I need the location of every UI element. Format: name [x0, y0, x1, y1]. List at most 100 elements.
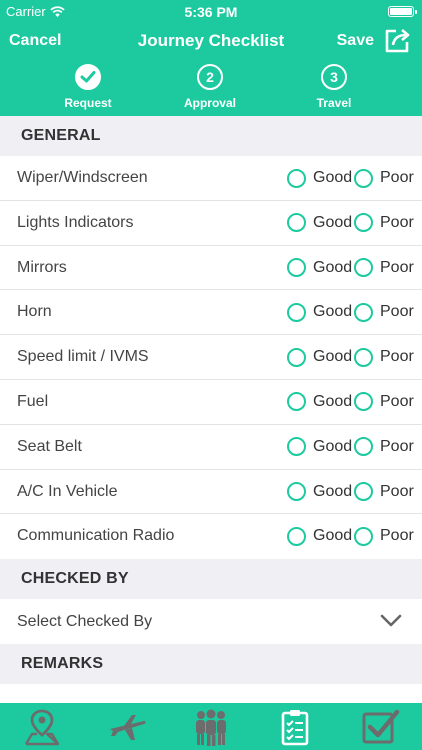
good-label: Good — [313, 527, 353, 545]
radio-circle-icon — [354, 437, 373, 457]
radio-circle-icon — [287, 302, 306, 322]
good-label: Good — [313, 169, 353, 186]
checklist-item-label: A/C In Vehicle — [17, 482, 118, 500]
checked-by-select[interactable]: Select Checked By — [0, 599, 422, 645]
radio-circle-icon — [354, 168, 373, 188]
radio-circle-icon — [287, 347, 306, 367]
poor-radio[interactable]: Poor — [354, 526, 414, 546]
header: Carrier 5:36 PM Cancel Journey Checklist… — [0, 0, 422, 116]
good-label: Good — [313, 348, 353, 366]
tab-checklist[interactable] — [253, 703, 337, 750]
radio-circle-icon — [354, 258, 373, 278]
poor-label: Poor — [380, 213, 414, 231]
airplane-icon — [109, 714, 146, 740]
cancel-button[interactable]: Cancel — [9, 32, 61, 50]
section-checked-by: CHECKED BY — [0, 559, 422, 600]
list-item: Fuel Good Poor — [0, 379, 422, 425]
good-radio[interactable]: Good — [287, 437, 352, 457]
good-radio[interactable]: Good — [287, 482, 352, 502]
poor-label: Poor — [380, 303, 414, 321]
good-radio[interactable]: Good — [287, 258, 352, 278]
tab-location[interactable] — [0, 703, 84, 750]
list-item: Mirrors Good Poor — [0, 245, 422, 291]
radio-circle-icon — [287, 168, 306, 188]
status-time: 5:36 PM — [184, 4, 238, 20]
check-box-icon — [362, 709, 400, 743]
poor-radio[interactable]: Poor — [354, 392, 414, 412]
checklist-content[interactable]: GENERAL Wiper/Windscreen Good Poor Lights I… — [0, 116, 422, 703]
checklist-item-label: Speed limit / IVMS — [17, 348, 149, 366]
step-travel: 3 Travel — [284, 64, 384, 110]
poor-radio[interactable]: Poor — [354, 302, 414, 322]
section-general: GENERAL — [0, 116, 422, 156]
radio-circle-icon — [354, 392, 373, 412]
step-request: Request — [38, 64, 138, 110]
step-approval: 2 Approval — [160, 64, 260, 110]
checklist-item-label: Communication Radio — [17, 527, 175, 545]
good-label: Good — [313, 258, 353, 276]
poor-radio[interactable]: Poor — [354, 168, 414, 188]
share-icon[interactable] — [384, 26, 412, 54]
radio-circle-icon — [354, 482, 373, 502]
good-radio[interactable]: Good — [287, 526, 352, 546]
step-label: Travel — [316, 96, 352, 110]
radio-circle-icon — [287, 482, 306, 502]
good-label: Good — [313, 303, 353, 321]
checklist-item-label: Fuel — [17, 392, 49, 410]
good-label: Good — [313, 213, 353, 231]
checklist-item-label: Lights Indicators — [17, 213, 134, 231]
good-radio[interactable]: Good — [287, 347, 352, 367]
tab-confirm[interactable] — [338, 703, 422, 750]
chevron-down-icon — [380, 614, 402, 627]
tab-travel[interactable] — [84, 703, 168, 750]
good-label: Good — [313, 482, 353, 500]
checklist-item-label: Horn — [17, 303, 52, 321]
poor-label: Poor — [380, 348, 414, 366]
good-radio[interactable]: Good — [287, 392, 352, 412]
list-item: A/C In Vehicle Good Poor — [0, 469, 422, 515]
list-item: Communication Radio Good Poor — [0, 514, 422, 560]
list-item: Horn Good Poor — [0, 290, 422, 336]
radio-circle-icon — [287, 392, 306, 412]
radio-circle-icon — [354, 347, 373, 367]
radio-circle-icon — [354, 213, 373, 233]
poor-radio[interactable]: Poor — [354, 347, 414, 367]
checklist-item-label: Seat Belt — [17, 437, 82, 455]
progress-steps: Request 2 Approval 3 Travel — [0, 64, 422, 114]
tab-bar — [0, 703, 422, 750]
poor-label: Poor — [380, 482, 414, 500]
step-label: Approval — [183, 96, 236, 110]
poor-label: Poor — [380, 169, 414, 186]
poor-label: Poor — [380, 527, 414, 545]
list-item: Seat Belt Good Poor — [0, 424, 422, 470]
step-number: 3 — [321, 64, 347, 90]
remarks-field[interactable] — [0, 684, 422, 703]
radio-circle-icon — [287, 258, 306, 278]
radio-circle-icon — [287, 213, 306, 233]
good-label: Good — [313, 392, 353, 410]
step-number: 2 — [197, 64, 223, 90]
good-radio[interactable]: Good — [287, 213, 352, 233]
list-item: Lights Indicators Good Poor — [0, 200, 422, 246]
save-button[interactable]: Save — [337, 32, 374, 50]
radio-circle-icon — [287, 526, 306, 546]
checklist-item-label: Wiper/Windscreen — [17, 169, 148, 186]
location-pin-icon — [25, 709, 60, 745]
status-bar: Carrier 5:36 PM — [0, 0, 422, 22]
good-radio[interactable]: Good — [287, 168, 352, 188]
battery-icon — [388, 6, 417, 17]
tab-people[interactable] — [169, 703, 253, 750]
poor-radio[interactable]: Poor — [354, 437, 414, 457]
radio-circle-icon — [354, 302, 373, 322]
general-list: Wiper/Windscreen Good Poor Lights Indicator… — [0, 156, 422, 560]
poor-radio[interactable]: Poor — [354, 213, 414, 233]
checklist-icon — [282, 709, 309, 745]
poor-radio[interactable]: Poor — [354, 258, 414, 278]
section-remarks: REMARKS — [0, 644, 422, 685]
poor-radio[interactable]: Poor — [354, 482, 414, 502]
nav-bar: Cancel Journey Checklist Save — [0, 22, 422, 60]
checked-by-placeholder: Select Checked By — [17, 613, 153, 631]
step-label: Request — [64, 96, 112, 110]
check-circle-icon — [75, 64, 101, 90]
good-radio[interactable]: Good — [287, 302, 352, 322]
